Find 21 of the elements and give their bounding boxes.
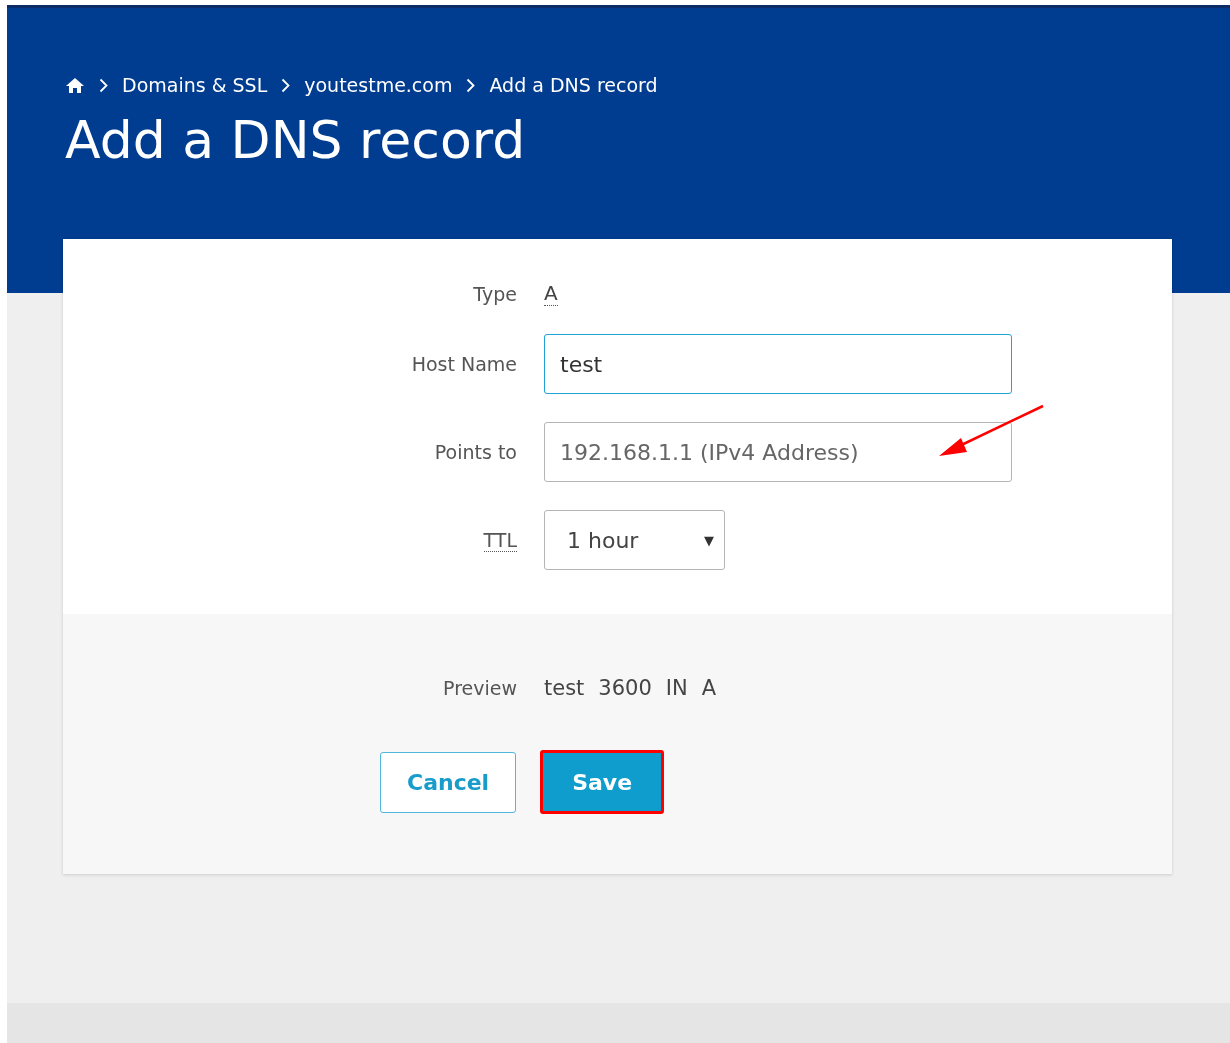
chevron-icon	[281, 77, 291, 93]
breadcrumb-link[interactable]: Add a DNS record	[489, 74, 658, 96]
type-value: A	[544, 281, 558, 306]
field-label: Host Name	[411, 353, 517, 375]
field-label: Type	[473, 282, 517, 305]
chevron-icon	[466, 77, 476, 93]
home-icon[interactable]	[65, 76, 85, 94]
chevron-icon	[99, 77, 108, 93]
preview-value: A	[701, 676, 717, 700]
preview-value: test	[544, 676, 585, 700]
preview-value: IN	[665, 676, 688, 700]
field-label: TTL	[483, 528, 517, 552]
preview-value: 3600	[598, 676, 652, 700]
page-title: Add a DNS record	[65, 110, 527, 170]
host-name-field[interactable]: test	[544, 334, 1012, 394]
ttl-dropdown[interactable]: 1 hour ▼	[544, 510, 725, 570]
field-label: Points to	[434, 441, 517, 463]
breadcrumb-link[interactable]: youtestme.com	[304, 74, 453, 96]
points-to-field[interactable]: 192.168.1.1 (IPv4 Address)	[544, 422, 1012, 482]
preview-label: Preview	[443, 677, 517, 699]
breadcrumb-link[interactable]: Domains & SSL	[122, 74, 268, 96]
